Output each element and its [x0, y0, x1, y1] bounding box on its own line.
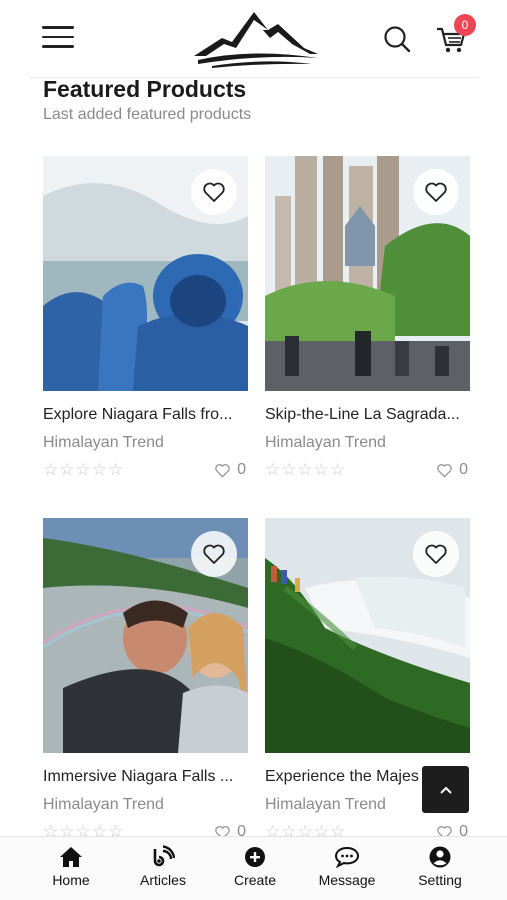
heart-icon [203, 544, 225, 564]
nav-label: Home [52, 872, 90, 888]
nav-item-message[interactable]: Message [307, 845, 387, 888]
heart-outline-icon [437, 463, 452, 478]
cart-count-badge: 0 [454, 14, 476, 36]
nav-item-setting[interactable]: Setting [400, 845, 480, 888]
rating-stars: ☆☆☆☆☆ [265, 460, 347, 479]
nav-label: Create [233, 872, 277, 888]
heart-icon [425, 182, 447, 202]
product-vendor: Himalayan Trend [43, 434, 164, 451]
likes-value: 0 [237, 461, 246, 478]
bottom-navigation: Home Articles Create Message Setting [0, 836, 507, 900]
likes-count: 0 [436, 461, 468, 479]
plus-circle-icon [245, 847, 265, 867]
heart-icon [203, 182, 225, 202]
nav-item-articles[interactable]: Articles [123, 845, 203, 888]
product-vendor: Himalayan Trend [43, 796, 164, 813]
favorite-button[interactable] [191, 169, 237, 215]
nav-item-create[interactable]: Create [215, 845, 295, 888]
articles-icon [153, 845, 175, 867]
search-button[interactable] [382, 24, 412, 54]
chevron-up-icon [439, 786, 452, 794]
favorite-button[interactable] [191, 531, 237, 577]
nav-label: Setting [418, 872, 462, 888]
nav-item-home[interactable]: Home [31, 845, 111, 888]
nav-label: Message [318, 872, 376, 888]
home-icon [60, 847, 82, 867]
likes-value: 0 [459, 461, 468, 478]
product-vendor: Himalayan Trend [265, 796, 386, 813]
product-title[interactable]: Immersive Niagara Falls ... [43, 768, 248, 786]
chat-icon [334, 846, 360, 868]
favorite-button[interactable] [413, 169, 459, 215]
section-title: Featured Products [43, 76, 247, 102]
product-vendor: Himalayan Trend [265, 434, 386, 451]
nav-label: Articles [140, 872, 186, 888]
back-to-top-button[interactable] [422, 766, 469, 813]
app-header: 0 [0, 0, 507, 78]
section-subtitle: Last added featured products [43, 106, 252, 123]
likes-count: 0 [214, 461, 246, 479]
user-circle-icon [429, 846, 451, 868]
hamburger-menu-button[interactable] [42, 26, 74, 52]
favorite-button[interactable] [413, 531, 459, 577]
product-title[interactable]: Explore Niagara Falls fro... [43, 406, 248, 424]
heart-icon [425, 544, 447, 564]
search-icon [384, 26, 411, 53]
heart-outline-icon [215, 463, 230, 478]
mountain-logo[interactable] [192, 8, 324, 70]
rating-stars: ☆☆☆☆☆ [43, 460, 125, 479]
product-title[interactable]: Skip-the-Line La Sagrada... [265, 406, 470, 424]
